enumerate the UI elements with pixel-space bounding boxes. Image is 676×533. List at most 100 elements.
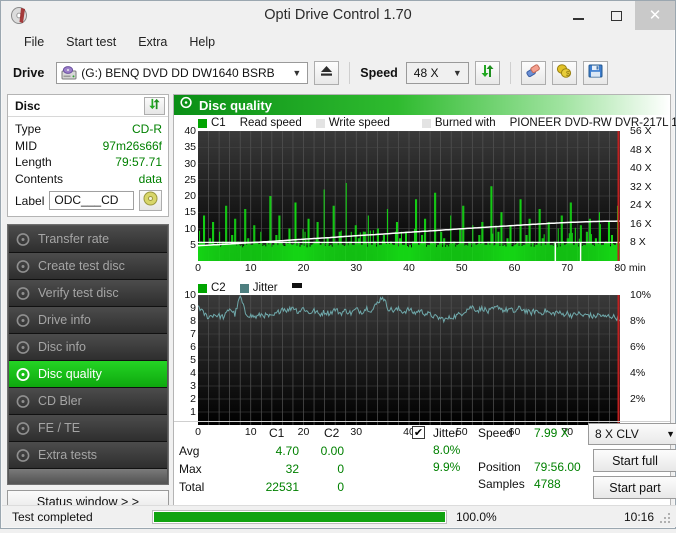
sidebar-item-transfer-rate[interactable]: Transfer rate bbox=[9, 226, 167, 253]
axis-tick: 16 X bbox=[630, 218, 652, 230]
stats-row-label: Avg bbox=[179, 444, 199, 458]
jitter-avg: 8.0% bbox=[433, 443, 460, 457]
close-icon: ✕ bbox=[649, 8, 662, 23]
menu-extra[interactable]: Extra bbox=[127, 33, 178, 51]
axis-tick: 25 bbox=[176, 174, 196, 186]
main-panel-header: Disc quality bbox=[174, 95, 670, 115]
disc-fete-icon bbox=[16, 421, 31, 436]
status-text: Test completed bbox=[2, 510, 152, 524]
sidebar-item-label: Transfer rate bbox=[38, 232, 109, 246]
menu-help[interactable]: Help bbox=[178, 33, 226, 51]
main-panel: Disc quality C1 Read speed Write speed B… bbox=[173, 94, 671, 506]
drive-label: Drive bbox=[13, 66, 44, 80]
stats-col-c2: C2 bbox=[324, 426, 339, 440]
legend-label: Burned with bbox=[435, 117, 496, 129]
start-part-button[interactable]: Start part bbox=[593, 476, 676, 499]
disc-panel-title: Disc bbox=[15, 99, 40, 113]
axis-tick: 56 X bbox=[630, 125, 652, 137]
stats-panel: C1 C2 Avg 4.70 0.00 Max 32 0 Total 22531… bbox=[174, 421, 670, 505]
axis-tick: 20 bbox=[298, 262, 310, 274]
axis-tick: 40 bbox=[176, 125, 196, 137]
axis-tick: 48 X bbox=[630, 144, 652, 156]
legend-label: Write speed bbox=[329, 117, 390, 129]
disc-row-value: CD-R bbox=[132, 121, 162, 138]
legend-swatch bbox=[198, 119, 207, 128]
stats-right: ✔ Jitter 8.0% 9.9% Speed 7.99 X Position… bbox=[410, 422, 670, 505]
chart-c2-plot[interactable] bbox=[198, 295, 620, 425]
axis-tick: 40 bbox=[403, 262, 415, 274]
legend-marker bbox=[292, 283, 306, 294]
chart-c1-x-axis: 01020304050607080 min bbox=[198, 261, 668, 276]
disc-verify-icon bbox=[16, 286, 31, 301]
sidebar: Disc Type CD-R bbox=[7, 94, 169, 513]
stats-row-label: Total bbox=[179, 480, 204, 494]
minimize-button[interactable] bbox=[559, 1, 597, 30]
stats-avg-c1: 4.70 bbox=[244, 444, 299, 458]
chart-c2-jitter-axis: 2%4%6%8%10% bbox=[624, 295, 670, 425]
drive-icon bbox=[61, 66, 77, 80]
status-bar: Test completed 100.0% 10:16 bbox=[2, 505, 676, 527]
disc-label-button[interactable] bbox=[139, 190, 162, 211]
chart-c1-plot[interactable] bbox=[198, 131, 620, 261]
axis-tick: 32 X bbox=[630, 181, 652, 193]
legend-burned-with: Burned with bbox=[422, 117, 496, 129]
legend-swatch bbox=[292, 283, 302, 288]
menu-file[interactable]: File bbox=[13, 33, 55, 51]
refresh-icon bbox=[148, 97, 161, 115]
refresh-button[interactable] bbox=[475, 61, 500, 85]
window-buttons: ✕ bbox=[559, 1, 675, 30]
axis-tick: 1 bbox=[176, 406, 196, 418]
erase-button[interactable] bbox=[521, 61, 546, 85]
sidebar-item-cd-bler[interactable]: CD Bler bbox=[9, 388, 167, 415]
disc-info-icon bbox=[16, 340, 31, 355]
eject-button[interactable] bbox=[314, 61, 339, 85]
close-button[interactable]: ✕ bbox=[635, 1, 675, 30]
sidebar-item-disc-quality[interactable]: Disc quality bbox=[9, 361, 167, 388]
maximize-button[interactable] bbox=[597, 1, 635, 30]
jitter-checkbox[interactable]: ✔ bbox=[412, 426, 425, 439]
coins-icon: $ bbox=[556, 64, 572, 83]
jitter-max: 9.9% bbox=[433, 460, 460, 474]
disc-label-input[interactable]: ODC___CD bbox=[49, 191, 134, 210]
chevron-down-icon: ▼ bbox=[286, 68, 307, 78]
speed-select[interactable]: 48 X ▼ bbox=[406, 62, 469, 84]
write-strategy-select[interactable]: 8 X CLV ▼ bbox=[588, 423, 676, 445]
drive-select[interactable]: (G:) BENQ DVD DD DW1640 BSRB ▼ bbox=[56, 62, 308, 84]
save-floppy-icon bbox=[588, 64, 603, 83]
axis-tick: 8 bbox=[176, 315, 196, 327]
speed-label: Speed bbox=[360, 66, 398, 80]
axis-tick: 30 bbox=[350, 262, 362, 274]
sidebar-item-fe-te[interactable]: FE / TE bbox=[9, 415, 167, 442]
axis-tick: 24 X bbox=[630, 199, 652, 211]
axis-tick: 10% bbox=[630, 289, 651, 301]
disc-row-value: 97m26s66f bbox=[103, 138, 162, 155]
resize-grip[interactable] bbox=[660, 512, 672, 524]
sidebar-item-create-test-disc[interactable]: Create test disc bbox=[9, 253, 167, 280]
drive-value: (G:) BENQ DVD DD DW1640 BSRB bbox=[81, 66, 274, 80]
sidebar-item-extra-tests[interactable]: Extra tests bbox=[9, 442, 167, 469]
save-button[interactable] bbox=[583, 61, 608, 85]
speed-stat-value: 7.99 X bbox=[534, 426, 569, 440]
axis-tick: 30 bbox=[176, 158, 196, 170]
clv-value: 8 X CLV bbox=[595, 427, 639, 441]
stats-avg-c2: 0.00 bbox=[302, 444, 344, 458]
app-root: Opti Drive Control 1.70 ✕ File Start tes… bbox=[0, 0, 676, 533]
start-full-button[interactable]: Start full bbox=[593, 449, 676, 472]
axis-tick: 10 bbox=[245, 262, 257, 274]
axis-tick: 15 bbox=[176, 206, 196, 218]
axis-tick: 50 bbox=[456, 262, 468, 274]
disc-label-row: Label ODC___CD bbox=[15, 190, 162, 211]
bitsetting-button[interactable]: $ bbox=[552, 61, 577, 85]
cd-disc-icon bbox=[143, 191, 158, 211]
stats-max-c1: 32 bbox=[244, 462, 299, 476]
sidebar-item-drive-info[interactable]: Drive info bbox=[9, 307, 167, 334]
disc-refresh-button[interactable] bbox=[144, 97, 165, 115]
toolbar-divider-2 bbox=[510, 62, 511, 84]
disc-panel: Disc Type CD-R bbox=[7, 94, 169, 217]
sidebar-item-verify-test-disc[interactable]: Verify test disc bbox=[9, 280, 167, 307]
sidebar-item-disc-info[interactable]: Disc info bbox=[9, 334, 167, 361]
chart-c2-y-axis: 12345678910 bbox=[174, 295, 196, 425]
menu-start-test[interactable]: Start test bbox=[55, 33, 127, 51]
disc-row-key: Length bbox=[15, 154, 52, 171]
axis-tick: 4 bbox=[176, 367, 196, 379]
